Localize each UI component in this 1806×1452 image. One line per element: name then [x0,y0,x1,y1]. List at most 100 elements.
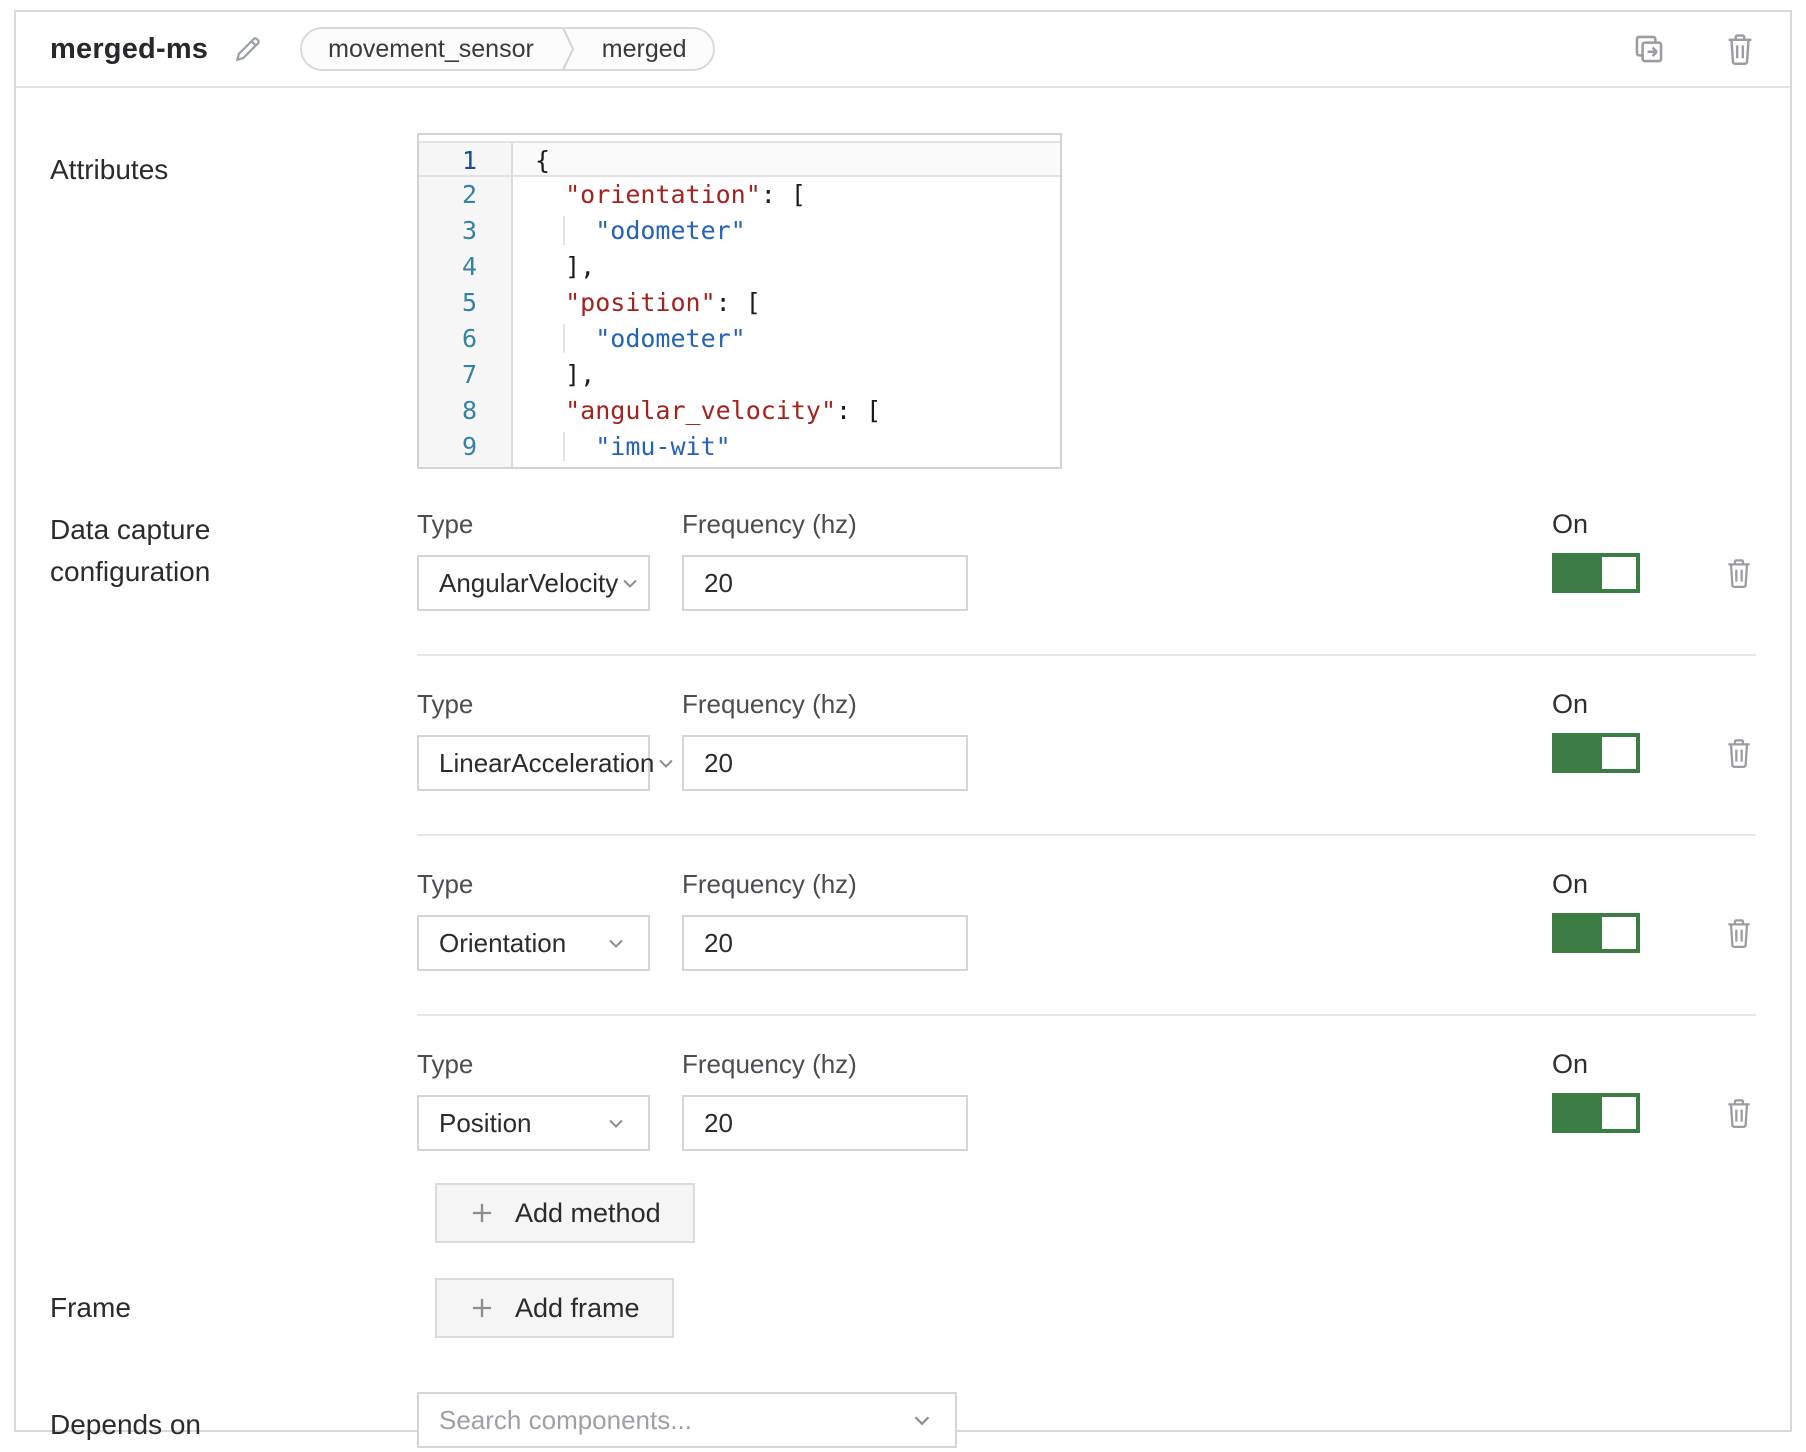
breadcrumb-variant: merged [576,35,713,64]
code-line-content: { [513,143,1060,175]
capture-toggle[interactable] [1552,1093,1640,1133]
search-components-input[interactable] [439,1405,879,1436]
code-line: 9 "imu-wit" [419,429,1060,465]
type-select-value: AngularVelocity [439,568,618,599]
type-select-value: LinearAcceleration [439,748,654,779]
code-line-content: "imu-wit" [513,429,1060,465]
data-capture-method-row: Type Orientation Frequency (hz) On [417,836,1756,1016]
delete-method-button[interactable] [1724,917,1754,949]
code-line: 2 "orientation": [ [419,177,1060,213]
component-card-header: merged-ms movement_sensor merged [16,12,1790,88]
capture-toggle[interactable] [1552,553,1640,593]
duplicate-component-button[interactable] [1632,32,1666,66]
delete-method-button[interactable] [1724,737,1754,769]
plus-icon [469,1295,495,1321]
code-line-content: "orientation": [ [513,177,1060,213]
frequency-field: Frequency (hz) [682,509,968,611]
code-line-content: "odometer" [513,321,1060,357]
code-line: 1{ [419,141,1060,177]
chevron-down-icon [604,931,628,955]
component-name: merged-ms [50,33,208,66]
capture-toggle[interactable] [1552,733,1640,773]
frequency-input[interactable] [682,735,968,791]
delete-method-button[interactable] [1724,1097,1754,1129]
line-number: 9 [419,429,513,465]
capture-enabled-field: On [1552,869,1640,971]
trash-icon [1724,917,1754,949]
line-number: 7 [419,357,513,393]
delete-method-button[interactable] [1724,557,1754,589]
breadcrumb-separator-icon [560,27,576,71]
capture-enabled-field: On [1552,689,1640,791]
rename-button[interactable] [232,33,264,65]
code-line: 8 "angular_velocity": [ [419,393,1060,429]
on-label: On [1552,689,1640,720]
type-label: Type [417,689,650,720]
toggle-knob [1602,557,1636,589]
line-number: 5 [419,285,513,321]
attributes-json-editor[interactable]: 1{2 "orientation": [3 "odometer"4 ],5 "p… [417,133,1062,469]
capture-toggle[interactable] [1552,913,1640,953]
code-line: 3 "odometer" [419,213,1060,249]
type-field: Type Orientation [417,869,650,971]
attributes-section: Attributes 1{2 "orientation": [3 "odomet… [50,133,1756,469]
breadcrumb: movement_sensor merged [300,27,714,71]
type-select[interactable]: Orientation [417,915,650,971]
frequency-input[interactable] [682,555,968,611]
component-card: merged-ms movement_sensor merged [14,10,1792,1432]
on-label: On [1552,869,1640,900]
trash-icon [1724,557,1754,589]
type-select[interactable]: AngularVelocity [417,555,650,611]
on-label: On [1552,509,1640,540]
line-number: 6 [419,321,513,357]
data-capture-method-row: Type AngularVelocity Frequency (hz) On [417,509,1756,656]
data-capture-method-row: Type Position Frequency (hz) On [417,1016,1756,1151]
code-line-content: ], [513,357,1060,393]
code-line-content: "angular_velocity": [ [513,393,1060,429]
toggle-knob [1602,1097,1636,1129]
frequency-input[interactable] [682,1095,968,1151]
type-label: Type [417,509,650,540]
frequency-field: Frequency (hz) [682,869,968,971]
add-frame-button[interactable]: Add frame [435,1278,674,1338]
code-line: 7 ], [419,357,1060,393]
type-field: Type AngularVelocity [417,509,650,611]
frame-section: Frame Add frame [50,1278,1756,1338]
type-select[interactable]: Position [417,1095,650,1151]
add-method-button[interactable]: Add method [435,1183,695,1243]
delete-component-button[interactable] [1724,32,1756,66]
data-capture-method-row: Type LinearAcceleration Frequency (hz) O… [417,656,1756,836]
type-field: Type LinearAcceleration [417,689,650,791]
code-line: 4 ], [419,249,1060,285]
header-actions [1632,32,1756,66]
add-frame-label: Add frame [515,1293,640,1324]
on-label: On [1552,1049,1640,1080]
depends-on-select[interactable] [417,1392,957,1448]
type-field: Type Position [417,1049,650,1151]
depends-on-section: Depends on [50,1392,1756,1448]
chevron-down-icon [909,1407,935,1433]
trash-icon [1724,1097,1754,1129]
toggle-knob [1602,737,1636,769]
frequency-label: Frequency (hz) [682,509,968,540]
code-line-content: ] [513,465,1060,469]
chevron-down-icon [654,751,678,775]
line-number: 4 [419,249,513,285]
pencil-icon [232,33,264,65]
frequency-input[interactable] [682,915,968,971]
code-line: 5 "position": [ [419,285,1060,321]
capture-enabled-field: On [1552,1049,1640,1151]
page: merged-ms movement_sensor merged [0,0,1806,1452]
trash-icon [1724,737,1754,769]
data-capture-section: Data capture configuration Type AngularV… [50,509,1756,1151]
code-line-content: ], [513,249,1060,285]
toggle-knob [1602,917,1636,949]
data-capture-label: Data capture configuration [50,509,310,593]
code-line-content: "position": [ [513,285,1060,321]
frequency-field: Frequency (hz) [682,1049,968,1151]
code-lines: 1{2 "orientation": [3 "odometer"4 ],5 "p… [419,135,1060,469]
line-number: 8 [419,393,513,429]
duplicate-icon [1632,32,1666,66]
frequency-label: Frequency (hz) [682,869,968,900]
type-select[interactable]: LinearAcceleration [417,735,650,791]
